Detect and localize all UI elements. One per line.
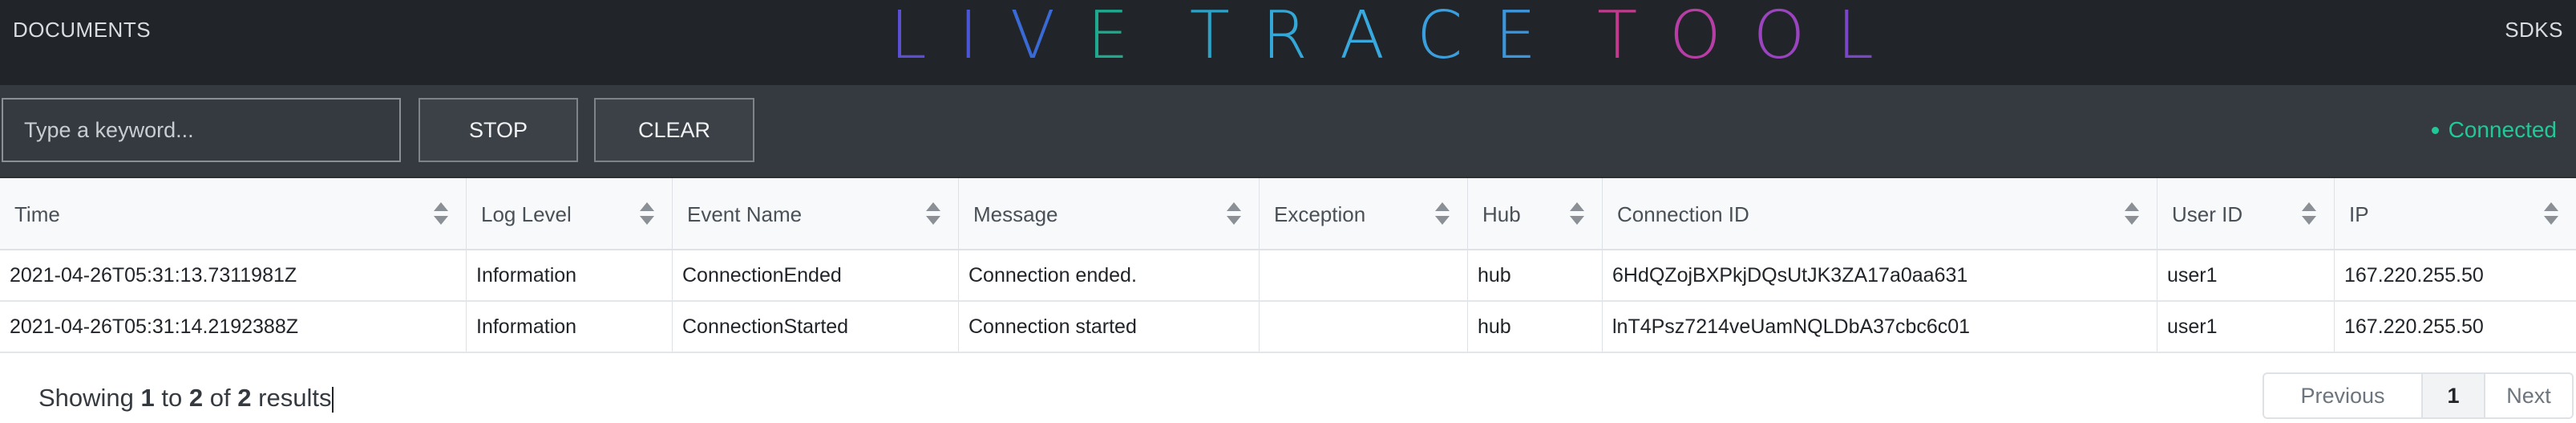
table-row: 2021-04-26T05:31:14.2192388Z Information…: [0, 302, 2576, 353]
connection-status: Connected: [2431, 117, 2557, 143]
cell-message: Connection started: [959, 302, 1260, 352]
cell-hub: hub: [1468, 250, 1603, 300]
sort-icon: [434, 202, 448, 226]
app-title-letter: V: [1009, 0, 1055, 74]
app-title-letter: O: [1753, 0, 1806, 74]
column-header-connection-id[interactable]: Connection ID: [1603, 178, 2157, 250]
app-title-letter: O: [1669, 0, 1721, 74]
sort-icon: [2302, 202, 2316, 226]
cell-user-id: user1: [2157, 250, 2335, 300]
column-header-ip[interactable]: IP: [2335, 178, 2576, 250]
column-header-log-level[interactable]: Log Level: [467, 178, 673, 250]
top-navbar: DOCUMENTS LIVE TRACE TOOL SDKS: [0, 0, 2576, 85]
cell-message: Connection ended.: [959, 250, 1260, 300]
table-header: Time Log Level Event Name Message Except…: [0, 178, 2576, 250]
stop-button[interactable]: STOP: [419, 98, 578, 162]
next-page-button[interactable]: Next: [2484, 374, 2572, 417]
column-header-message[interactable]: Message: [959, 178, 1260, 250]
cell-exception: [1260, 250, 1468, 300]
pagination: Previous 1 Next: [2263, 372, 2574, 419]
app-title-letter: [1568, 3, 1597, 69]
app-title-letter: E: [1494, 0, 1537, 74]
app-title-letter: E: [1086, 0, 1129, 74]
cell-event-name: ConnectionStarted: [673, 302, 959, 352]
cell-time: 2021-04-26T05:31:14.2192388Z: [0, 302, 467, 352]
cell-ip: 167.220.255.50: [2344, 263, 2484, 287]
cell-event-name: ConnectionEnded: [673, 250, 959, 300]
page-1-button[interactable]: 1: [2421, 374, 2484, 417]
sort-icon: [1227, 202, 1241, 226]
nav-sdks-link[interactable]: SDKS: [2505, 18, 2563, 43]
sort-icon: [1435, 202, 1450, 226]
app-title-letter: R: [1261, 0, 1308, 74]
app-title-letter: T: [1597, 0, 1638, 74]
column-header-event-name[interactable]: Event Name: [673, 178, 959, 250]
cell-log-level: Information: [467, 250, 673, 300]
sort-icon: [2125, 202, 2139, 226]
column-header-user-id[interactable]: User ID: [2157, 178, 2335, 250]
results-summary: Showing 1 to 2 of 2 results: [38, 384, 334, 413]
app-title-letter: T: [1189, 0, 1230, 74]
app-title-letter: A: [1339, 0, 1385, 74]
previous-page-button[interactable]: Previous: [2264, 374, 2421, 417]
sort-icon: [926, 202, 940, 226]
app-title: LIVE TRACE TOOL: [890, 0, 1906, 72]
connection-status-label: Connected: [2448, 117, 2557, 142]
app-title-letter: L: [1837, 0, 1874, 74]
app-title-letter: C: [1416, 0, 1463, 74]
cell-exception: [1260, 302, 1468, 352]
cell-ip: 167.220.255.50: [2344, 315, 2484, 338]
cell-connection-id: 6HdQZojBXPkjDQsUtJK3ZA17a0aa631: [1603, 250, 2157, 300]
sort-icon: [2544, 202, 2558, 226]
cell-user-id: user1: [2157, 302, 2335, 352]
toolbar: STOP CLEAR Connected: [0, 85, 2576, 178]
sort-icon: [640, 202, 654, 226]
sort-icon: [1570, 202, 1584, 226]
clear-button[interactable]: CLEAR: [594, 98, 754, 162]
app-title-letter: [1161, 3, 1190, 69]
app-title-letter: I: [958, 0, 978, 74]
cell-hub: hub: [1468, 302, 1603, 352]
table-row: 2021-04-26T05:31:13.7311981Z Information…: [0, 250, 2576, 302]
column-header-exception[interactable]: Exception: [1260, 178, 1468, 250]
cell-time: 2021-04-26T05:31:13.7311981Z: [0, 250, 467, 300]
cell-connection-id: lnT4Psz7214veUamNQLDbA37cbc6c01: [1603, 302, 2157, 352]
status-dot-icon: [2431, 126, 2439, 134]
cell-log-level: Information: [467, 302, 673, 352]
text-cursor: [332, 386, 334, 413]
search-input[interactable]: [2, 98, 401, 162]
nav-documents-link[interactable]: DOCUMENTS: [13, 18, 151, 43]
column-header-time[interactable]: Time: [0, 178, 467, 250]
column-header-hub[interactable]: Hub: [1468, 178, 1603, 250]
app-title-letter: L: [890, 0, 927, 74]
